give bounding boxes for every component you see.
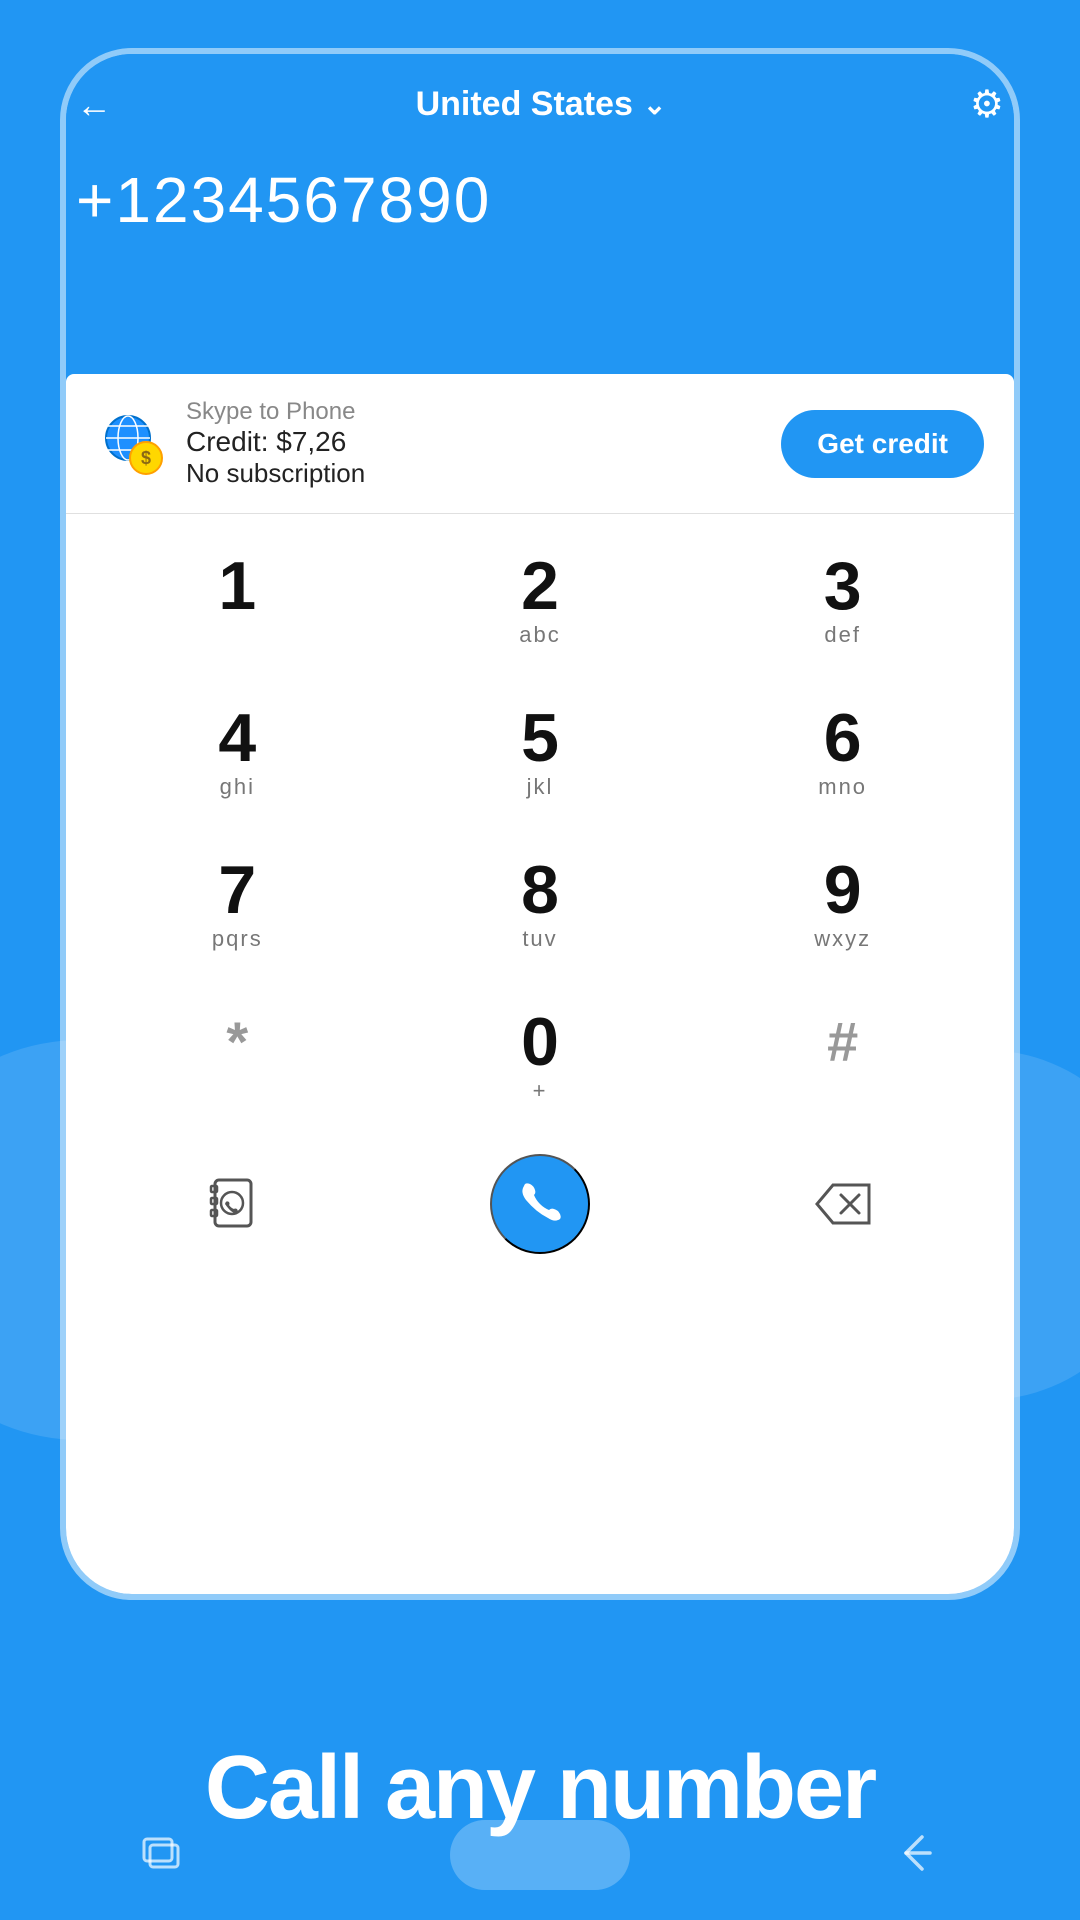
dial-digit-1: 1	[218, 552, 256, 620]
credit-info: $ Skype to Phone Credit: $7,26 No subscr…	[96, 398, 365, 489]
dial-letters-2: abc	[519, 622, 560, 648]
dial-letters-8: tuv	[522, 926, 557, 952]
dial-key-8[interactable]: 8 tuv	[389, 828, 692, 980]
dial-digit-4: 4	[218, 704, 256, 772]
credit-subscription: No subscription	[186, 458, 365, 489]
dial-letters-7: pqrs	[212, 926, 263, 952]
dial-key-3[interactable]: 3 def	[691, 524, 994, 676]
credit-bar: $ Skype to Phone Credit: $7,26 No subscr…	[66, 374, 1014, 514]
bottom-tagline: Call any number	[0, 1737, 1080, 1840]
settings-icon[interactable]: ⚙	[970, 82, 1004, 127]
dial-key-5[interactable]: 5 jkl	[389, 676, 692, 828]
dial-key-0[interactable]: 0 +	[389, 980, 692, 1132]
call-button[interactable]	[490, 1154, 590, 1254]
dial-letters-0: +	[533, 1078, 548, 1104]
screen-top-area: ← United States ⌄ ⚙ +1234567890	[66, 54, 1014, 374]
dial-letters-6: mno	[818, 774, 867, 800]
dial-key-1[interactable]: 1	[86, 524, 389, 676]
phone-screen: ← United States ⌄ ⚙ +1234567890	[66, 54, 1014, 1594]
dial-digit-9: 9	[824, 856, 862, 924]
dial-letters-4: ghi	[220, 774, 255, 800]
dial-key-9[interactable]: 9 wxyz	[691, 828, 994, 980]
dial-key-2[interactable]: 2 abc	[389, 524, 692, 676]
app-header: ← United States ⌄ ⚙	[66, 54, 1014, 143]
country-label: United States	[416, 85, 633, 124]
dial-letters-5: jkl	[527, 774, 554, 800]
contacts-button[interactable]	[86, 1152, 389, 1256]
credit-amount: Credit: $7,26	[186, 426, 365, 458]
dial-digit-star: *	[226, 1014, 248, 1070]
phone-frame: ← United States ⌄ ⚙ +1234567890	[60, 48, 1020, 1600]
dial-key-4[interactable]: 4 ghi	[86, 676, 389, 828]
dialpad: 1 2 abc 3 def 4 ghi	[66, 514, 1014, 1142]
service-label: Skype to Phone	[186, 398, 365, 426]
dial-digit-6: 6	[824, 704, 862, 772]
dial-key-6[interactable]: 6 mno	[691, 676, 994, 828]
chevron-down-icon: ⌄	[643, 88, 666, 121]
skype-phone-icon: $	[96, 408, 168, 480]
dial-key-hash[interactable]: #	[691, 980, 994, 1132]
back-button[interactable]: ←	[76, 84, 112, 126]
credit-text-block: Skype to Phone Credit: $7,26 No subscrip…	[186, 398, 365, 489]
dial-digit-7: 7	[218, 856, 256, 924]
backspace-button[interactable]	[691, 1152, 994, 1256]
dial-key-star[interactable]: *	[86, 980, 389, 1132]
country-selector[interactable]: United States ⌄	[416, 85, 667, 124]
svg-text:$: $	[141, 448, 151, 468]
screen-bottom-area: $ Skype to Phone Credit: $7,26 No subscr…	[66, 374, 1014, 1594]
dial-digit-3: 3	[824, 552, 862, 620]
dial-digit-5: 5	[521, 704, 559, 772]
dial-letters-3: def	[824, 622, 861, 648]
phone-number-display: +1234567890	[66, 143, 1014, 267]
get-credit-button[interactable]: Get credit	[781, 410, 984, 478]
dial-letters-9: wxyz	[814, 926, 871, 952]
dial-digit-8: 8	[521, 856, 559, 924]
dial-digit-0: 0	[521, 1008, 559, 1076]
dial-digit-2: 2	[521, 552, 559, 620]
dialpad-actions	[66, 1142, 1014, 1276]
dial-key-7[interactable]: 7 pqrs	[86, 828, 389, 980]
dial-digit-hash: #	[827, 1014, 858, 1070]
